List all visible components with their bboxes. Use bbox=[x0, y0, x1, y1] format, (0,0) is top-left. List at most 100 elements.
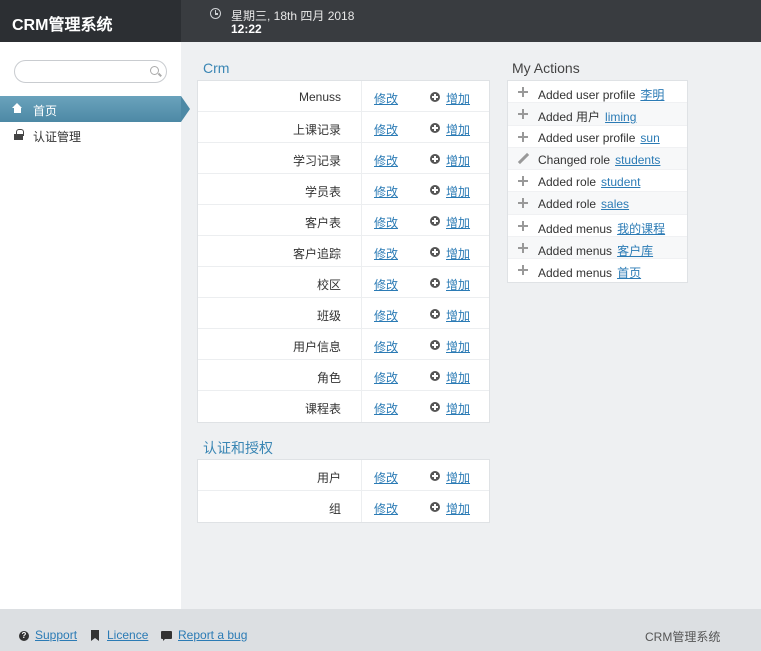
action-text: Added menus bbox=[538, 221, 613, 236]
edit-link[interactable]: 修改 bbox=[374, 90, 398, 107]
action-text: Added menus bbox=[538, 244, 613, 259]
plus-icon bbox=[518, 220, 528, 231]
sidebar: 首页 认证管理 bbox=[0, 42, 190, 609]
add-icon bbox=[430, 340, 440, 350]
action-link[interactable]: students bbox=[615, 153, 660, 167]
add-icon bbox=[430, 92, 440, 102]
model-name[interactable]: 客户追踪 bbox=[293, 245, 341, 262]
add-link[interactable]: 增加 bbox=[446, 400, 470, 417]
module-title-auth[interactable]: 认证和授权 bbox=[203, 438, 273, 458]
add-link[interactable]: 增加 bbox=[446, 121, 470, 138]
plus-icon bbox=[518, 265, 528, 276]
list-item: Added user profile 李明 bbox=[508, 81, 687, 104]
edit-link[interactable]: 修改 bbox=[374, 214, 398, 231]
module-crm: Menuss 修改 增加 上课记录 修改 增加 学习记录 修改 增加 学员表 修改 增加 客户表… bbox=[197, 80, 490, 423]
action-text: Added 用户 bbox=[538, 110, 601, 125]
add-link[interactable]: 增加 bbox=[446, 183, 470, 200]
list-item: Added menus 首页 bbox=[508, 259, 687, 281]
action-link[interactable]: 首页 bbox=[617, 266, 641, 280]
top-bar: CRM管理系统 星期三, 18th 四月 2018 12:22 bbox=[0, 0, 761, 42]
add-link[interactable]: 增加 bbox=[446, 307, 470, 324]
add-link[interactable]: 增加 bbox=[446, 245, 470, 262]
add-link[interactable]: 增加 bbox=[446, 338, 470, 355]
list-item: Changed role students bbox=[508, 147, 687, 171]
action-link[interactable]: sales bbox=[601, 197, 629, 211]
add-icon bbox=[430, 123, 440, 133]
model-name[interactable]: Menuss bbox=[299, 90, 341, 104]
action-text: Added role bbox=[538, 197, 597, 212]
action-link[interactable]: 李明 bbox=[640, 88, 664, 102]
model-name[interactable]: 学习记录 bbox=[293, 152, 341, 169]
add-icon bbox=[430, 278, 440, 288]
model-name[interactable]: 上课记录 bbox=[293, 121, 341, 138]
model-name[interactable]: 用户信息 bbox=[293, 338, 341, 355]
model-name[interactable]: 用户 bbox=[317, 469, 341, 486]
list-item: Added user profile sun bbox=[508, 126, 687, 148]
add-icon bbox=[430, 216, 440, 226]
sidebar-item-home[interactable]: 首页 bbox=[0, 96, 190, 122]
edit-link[interactable]: 修改 bbox=[374, 400, 398, 417]
actions-title: My Actions bbox=[512, 60, 580, 76]
search-input[interactable] bbox=[14, 60, 167, 83]
add-link[interactable]: 增加 bbox=[446, 276, 470, 293]
lock-icon bbox=[14, 129, 24, 140]
plus-icon bbox=[518, 131, 528, 142]
model-name[interactable]: 班级 bbox=[317, 307, 341, 324]
edit-link[interactable]: 修改 bbox=[374, 152, 398, 169]
add-icon bbox=[430, 371, 440, 381]
model-name[interactable]: 角色 bbox=[317, 369, 341, 386]
table-row: 客户表 修改 增加 bbox=[198, 205, 489, 236]
edit-link[interactable]: 修改 bbox=[374, 307, 398, 324]
plus-icon bbox=[518, 176, 528, 187]
edit-link[interactable]: 修改 bbox=[374, 500, 398, 517]
action-link[interactable]: student bbox=[601, 175, 640, 189]
search-icon[interactable] bbox=[150, 66, 159, 75]
sidebar-item-auth[interactable]: 认证管理 bbox=[0, 122, 181, 148]
action-link[interactable]: liming bbox=[605, 110, 636, 124]
add-icon bbox=[430, 502, 440, 512]
brand[interactable]: CRM管理系统 bbox=[0, 0, 181, 42]
footer-brand: CRM管理系统 bbox=[645, 630, 721, 644]
sidebar-item-label: 认证管理 bbox=[33, 130, 82, 144]
add-link[interactable]: 增加 bbox=[446, 469, 470, 486]
table-row: 课程表 修改 增加 bbox=[198, 391, 489, 422]
action-link[interactable]: 我的课程 bbox=[617, 222, 665, 236]
list-item: Added role sales bbox=[508, 192, 687, 215]
question-icon: ? bbox=[19, 631, 29, 641]
model-name[interactable]: 校区 bbox=[317, 276, 341, 293]
table-row: 组 修改 增加 bbox=[198, 491, 489, 522]
add-link[interactable]: 增加 bbox=[446, 90, 470, 107]
module-auth: 用户 修改 增加 组修改 增加 bbox=[197, 459, 490, 523]
plus-icon bbox=[518, 243, 528, 254]
list-item: Added menus 我的课程 bbox=[508, 215, 687, 238]
edit-link[interactable]: 修改 bbox=[374, 276, 398, 293]
edit-link[interactable]: 修改 bbox=[374, 121, 398, 138]
add-link[interactable]: 增加 bbox=[446, 152, 470, 169]
edit-link[interactable]: 修改 bbox=[374, 338, 398, 355]
model-name[interactable]: 学员表 bbox=[305, 183, 341, 200]
add-icon bbox=[430, 154, 440, 164]
brand-title[interactable]: CRM管理系统 bbox=[12, 11, 112, 35]
clock-icon bbox=[210, 8, 221, 19]
edit-link[interactable]: 修改 bbox=[374, 369, 398, 386]
action-text: Added role bbox=[538, 175, 597, 190]
edit-link[interactable]: 修改 bbox=[374, 183, 398, 200]
model-name[interactable]: 课程表 bbox=[305, 400, 341, 417]
add-icon bbox=[430, 471, 440, 481]
add-link[interactable]: 增加 bbox=[446, 500, 470, 517]
add-link[interactable]: 增加 bbox=[446, 369, 470, 386]
current-time: 12:22 bbox=[231, 22, 262, 36]
report-bug-link[interactable]: Report a bug bbox=[178, 628, 247, 642]
licence-link[interactable]: Licence bbox=[107, 628, 148, 642]
add-link[interactable]: 增加 bbox=[446, 214, 470, 231]
action-link[interactable]: sun bbox=[640, 131, 659, 145]
model-name[interactable]: 组 bbox=[329, 500, 341, 517]
footer: ? Support Licence Report a bug CRM管理系统 bbox=[0, 609, 761, 651]
module-title-crm[interactable]: Crm bbox=[203, 60, 229, 76]
action-link[interactable]: 客户库 bbox=[617, 244, 653, 258]
model-name[interactable]: 客户表 bbox=[305, 214, 341, 231]
edit-link[interactable]: 修改 bbox=[374, 245, 398, 262]
edit-link[interactable]: 修改 bbox=[374, 469, 398, 486]
add-icon bbox=[430, 247, 440, 257]
support-link[interactable]: Support bbox=[35, 628, 77, 642]
